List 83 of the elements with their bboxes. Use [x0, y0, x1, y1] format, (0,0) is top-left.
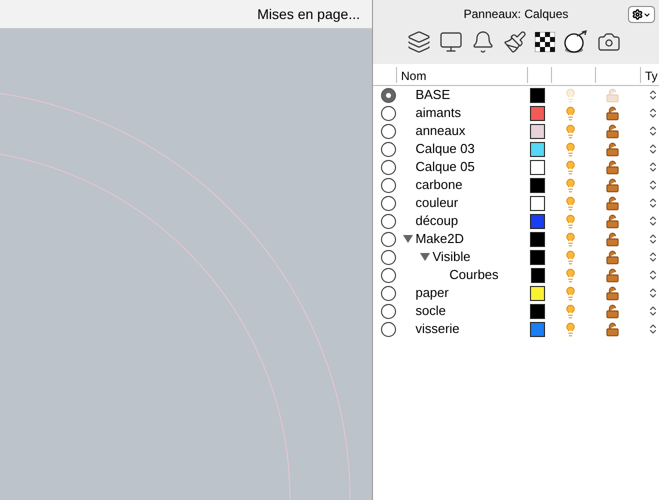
settings-button[interactable] — [628, 6, 655, 23]
layer-name[interactable]: paper — [415, 283, 449, 303]
stepper-icon[interactable] — [647, 269, 659, 281]
current-layer-radio[interactable] — [380, 178, 396, 192]
checkerboard-icon[interactable] — [535, 32, 555, 52]
layer-name[interactable]: Make2D — [415, 229, 464, 249]
current-layer-radio[interactable] — [380, 124, 396, 138]
stepper-icon[interactable] — [647, 233, 659, 245]
layer-color-swatch[interactable] — [530, 160, 546, 174]
stepper-icon[interactable] — [647, 89, 659, 101]
layer-color-swatch[interactable] — [530, 214, 546, 228]
column-header[interactable]: Nom — [397, 66, 528, 82]
layer-name[interactable]: Courbes — [449, 265, 499, 285]
layer-name[interactable]: Calque 05 — [415, 157, 475, 177]
stepper-icon[interactable] — [647, 179, 659, 191]
layer-color-swatch[interactable] — [530, 304, 546, 318]
layer-color-swatch[interactable] — [530, 88, 546, 102]
monitor-icon[interactable] — [439, 30, 463, 54]
brush-icon[interactable] — [503, 30, 527, 54]
layer-color-swatch[interactable] — [530, 322, 546, 336]
current-layer-radio[interactable] — [380, 160, 396, 174]
layer-name[interactable]: anneaux — [415, 121, 466, 141]
lock-icon[interactable] — [605, 304, 620, 318]
caret-icon — [643, 10, 651, 18]
layer-name[interactable]: BASE — [415, 85, 450, 105]
current-layer-radio[interactable] — [380, 232, 396, 246]
layer-color-swatch[interactable] — [530, 178, 546, 192]
layer-color-swatch[interactable] — [530, 124, 546, 138]
layer-name[interactable]: découp — [415, 211, 458, 231]
layer-color-swatch[interactable] — [530, 106, 546, 120]
panel-title: Panneaux: Calques — [464, 6, 568, 23]
layer-color-swatch[interactable] — [530, 142, 546, 156]
layer-name[interactable]: visserie — [415, 319, 460, 339]
stepper-icon[interactable] — [647, 251, 659, 263]
stepper-icon[interactable] — [647, 215, 659, 227]
lock-icon[interactable] — [605, 196, 620, 210]
stepper-icon[interactable] — [647, 323, 659, 335]
layer-color-swatch[interactable] — [530, 250, 546, 264]
layer-name[interactable]: carbone — [415, 175, 462, 195]
layer-name[interactable]: Visible — [432, 247, 470, 267]
stepper-icon[interactable] — [647, 197, 659, 209]
current-layer-radio[interactable] — [380, 106, 396, 120]
stepper-icon[interactable] — [647, 107, 659, 119]
layer-color-swatch[interactable] — [530, 196, 546, 210]
layer-name[interactable]: aimants — [415, 103, 461, 123]
stepper-icon[interactable] — [647, 161, 659, 173]
settings-icon — [632, 9, 643, 20]
current-layer-radio[interactable] — [380, 322, 396, 336]
layers-icon[interactable] — [407, 30, 431, 54]
lock-icon[interactable] — [605, 106, 620, 120]
current-layer-radio[interactable] — [380, 286, 396, 300]
disclosure-triangle-icon[interactable] — [403, 235, 414, 243]
current-layer-radio[interactable] — [380, 88, 396, 102]
stepper-icon[interactable] — [647, 125, 659, 137]
stepper-icon[interactable] — [647, 143, 659, 155]
column-header[interactable]: Ty — [641, 66, 658, 82]
current-layer-radio[interactable] — [380, 268, 396, 282]
stepper-icon[interactable] — [647, 287, 659, 299]
lock-icon[interactable] — [605, 160, 620, 174]
layer-color-swatch[interactable] — [530, 268, 546, 282]
lock-icon[interactable] — [605, 286, 620, 300]
disclosure-triangle-icon[interactable] — [420, 253, 430, 261]
lock-icon[interactable] — [605, 268, 620, 282]
current-layer-radio[interactable] — [380, 142, 396, 156]
current-layer-radio[interactable] — [380, 304, 396, 318]
lock-icon[interactable] — [605, 322, 620, 336]
layer-color-swatch[interactable] — [530, 232, 546, 246]
stepper-icon[interactable] — [647, 305, 659, 317]
lock-icon[interactable] — [605, 178, 620, 192]
lock-icon[interactable] — [605, 232, 620, 246]
layer-name[interactable]: couleur — [415, 193, 458, 213]
layer-color-swatch[interactable] — [530, 286, 546, 300]
lock-icon[interactable] — [605, 124, 620, 138]
layer-name[interactable]: Calque 03 — [415, 139, 475, 159]
current-layer-radio[interactable] — [380, 250, 396, 264]
layer-name[interactable]: socle — [415, 301, 446, 321]
sphere-icon[interactable] — [563, 30, 589, 54]
current-layer-radio[interactable] — [380, 196, 396, 210]
bell-icon[interactable] — [471, 30, 495, 54]
lock-icon[interactable] — [605, 142, 620, 156]
lock-icon[interactable] — [605, 214, 620, 228]
lock-icon[interactable] — [605, 250, 620, 264]
current-layer-radio[interactable] — [380, 214, 396, 228]
